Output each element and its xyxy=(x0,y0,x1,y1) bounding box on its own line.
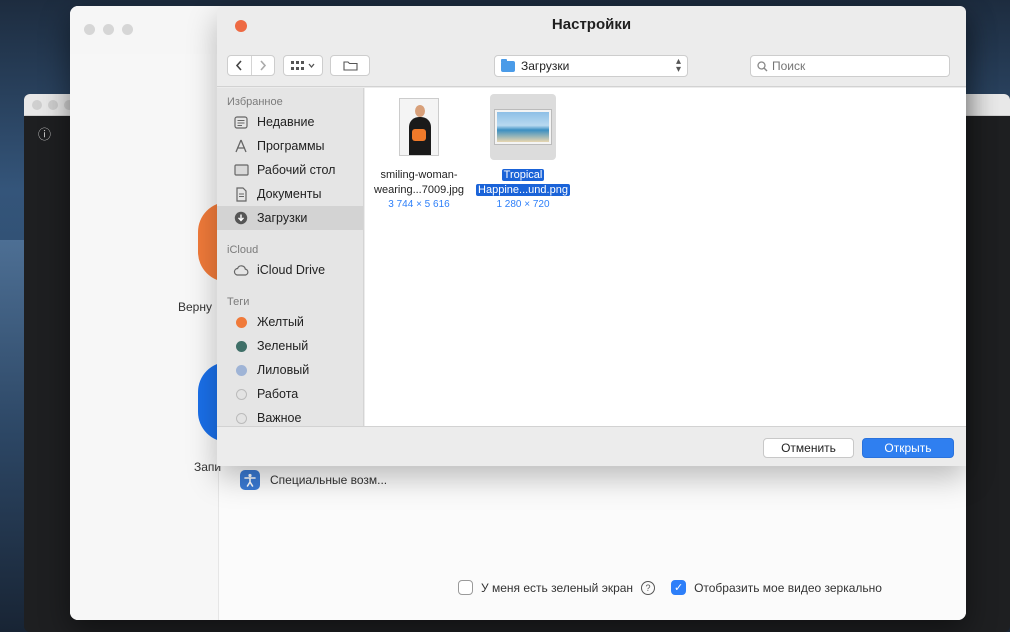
updown-chevron-icon: ▴ ▾ xyxy=(675,56,681,75)
settings-left-panel xyxy=(70,54,218,620)
dialog-title: Настройки xyxy=(551,16,632,33)
return-label: Верну xyxy=(178,300,212,314)
tag-dot-icon xyxy=(236,412,247,424)
sidebar-item-tag-work[interactable]: Работа xyxy=(217,382,363,406)
grid-view-icon xyxy=(291,60,304,70)
file-thumbnail xyxy=(386,94,452,160)
file-item-selected[interactable]: Tropical Happine...und.png 1 280 × 720 xyxy=(473,94,573,210)
back-button[interactable] xyxy=(228,56,251,75)
apps-icon xyxy=(233,139,249,153)
sidebar-item-documents[interactable]: Документы xyxy=(217,182,363,206)
info-icon[interactable]: ⓘ xyxy=(38,127,51,142)
mirror-video-option[interactable]: ✓ Отобразить мое видео зеркально xyxy=(671,580,882,595)
sidebar-item-label: Загрузки xyxy=(257,211,308,225)
nav-buttons xyxy=(227,55,275,76)
background-toolbar: ⓘ xyxy=(38,124,51,143)
accessibility-label: Специальные возм... xyxy=(270,473,388,487)
clock-icon xyxy=(233,115,249,129)
view-mode-button[interactable] xyxy=(283,55,323,76)
chevron-down-icon xyxy=(308,63,315,68)
open-button[interactable]: Открыть xyxy=(862,438,954,458)
tag-dot-icon xyxy=(236,340,247,352)
close-light[interactable] xyxy=(32,99,42,110)
sidebar-item-accessibility[interactable]: Специальные возм... xyxy=(240,470,387,490)
dialog-toolbar: Загрузки ▴ ▾ xyxy=(217,46,966,87)
accessibility-icon xyxy=(240,470,260,490)
tag-dot-icon xyxy=(236,388,247,400)
cloud-icon xyxy=(233,263,249,277)
mirror-video-checkbox[interactable]: ✓ xyxy=(671,580,687,595)
icloud-header: iCloud xyxy=(227,244,259,256)
download-icon xyxy=(233,211,249,225)
sidebar-item-desktop[interactable]: Рабочий стол xyxy=(217,158,363,182)
sidebar-item-tag-purple[interactable]: Лиловый xyxy=(217,358,363,382)
file-name: smiling-woman- wearing...7009.jpg xyxy=(374,169,464,196)
sidebar-item-label: Документы xyxy=(257,187,322,201)
new-folder-icon xyxy=(342,61,358,71)
settings-close-light[interactable] xyxy=(84,24,95,35)
sidebar-item-applications[interactable]: Программы xyxy=(217,134,363,158)
sidebar-item-downloads[interactable]: Загрузки xyxy=(217,206,363,230)
dialog-footer: Отменить Открыть xyxy=(217,426,966,466)
sidebar-item-label: Недавние xyxy=(257,115,315,129)
sidebar-item-tag-green[interactable]: Зеленый xyxy=(217,334,363,358)
settings-minimize-light[interactable] xyxy=(103,24,114,35)
mirror-video-label: Отобразить мое видео зеркально xyxy=(694,580,882,595)
video-options: У меня есть зеленый экран ? ✓ Отобразить… xyxy=(458,580,898,595)
dialog-sidebar: Избранное Недавние Программы Рабочий сто… xyxy=(217,88,364,426)
sidebar-item-label: Работа xyxy=(257,387,299,401)
chevron-right-icon xyxy=(260,60,266,71)
green-screen-option[interactable]: У меня есть зеленый экран ? xyxy=(458,580,656,595)
tag-dot-icon xyxy=(236,364,247,376)
tag-dot-icon xyxy=(236,316,247,328)
search-icon xyxy=(757,60,768,71)
file-name: Tropical Happine...und.png xyxy=(476,169,570,196)
green-screen-checkbox[interactable] xyxy=(458,580,473,595)
search-field[interactable] xyxy=(750,55,950,77)
settings-zoom-light[interactable] xyxy=(122,24,133,35)
file-dimensions: 1 280 × 720 xyxy=(496,199,550,210)
location-dropdown[interactable]: Загрузки ▴ ▾ xyxy=(494,55,688,77)
sidebar-item-tag-yellow[interactable]: Желтый xyxy=(217,310,363,334)
sidebar-item-label: Зеленый xyxy=(257,339,309,353)
new-folder-button[interactable] xyxy=(330,55,370,76)
desktop-icon xyxy=(233,163,249,177)
favorites-header: Избранное xyxy=(227,96,283,108)
sidebar-item-label: Лиловый xyxy=(257,363,310,377)
file-browser: smiling-woman- wearing...7009.jpg 3 744 … xyxy=(365,88,966,426)
sidebar-item-label: Желтый xyxy=(257,315,304,329)
minimize-light[interactable] xyxy=(48,99,58,110)
sidebar-item-tag-important[interactable]: Важное xyxy=(217,406,363,426)
help-icon[interactable]: ? xyxy=(641,580,656,595)
sidebar-item-icloud-drive[interactable]: iCloud Drive xyxy=(217,258,363,282)
file-open-dialog: Настройки Загрузки ▴ ▾ Поиск Избранное Н… xyxy=(217,6,966,466)
search-input[interactable] xyxy=(772,59,932,73)
sidebar-item-label: Программы xyxy=(257,139,325,153)
sidebar-item-recents[interactable]: Недавние xyxy=(217,110,363,134)
chevron-left-icon xyxy=(236,60,242,71)
sidebar-item-label: Важное xyxy=(257,411,302,425)
file-thumbnail xyxy=(490,94,556,160)
location-label: Загрузки xyxy=(521,59,570,73)
forward-button[interactable] xyxy=(252,56,275,75)
tags-header: Теги xyxy=(227,296,250,308)
file-item[interactable]: smiling-woman- wearing...7009.jpg 3 744 … xyxy=(369,94,469,210)
document-icon xyxy=(233,186,249,202)
file-dimensions: 3 744 × 5 616 xyxy=(388,199,450,210)
green-screen-label: У меня есть зеленый экран xyxy=(481,580,634,595)
sidebar-item-label: iCloud Drive xyxy=(257,263,326,277)
folder-icon xyxy=(501,58,515,72)
cancel-button[interactable]: Отменить xyxy=(763,438,854,458)
sidebar-item-label: Рабочий стол xyxy=(257,163,336,177)
